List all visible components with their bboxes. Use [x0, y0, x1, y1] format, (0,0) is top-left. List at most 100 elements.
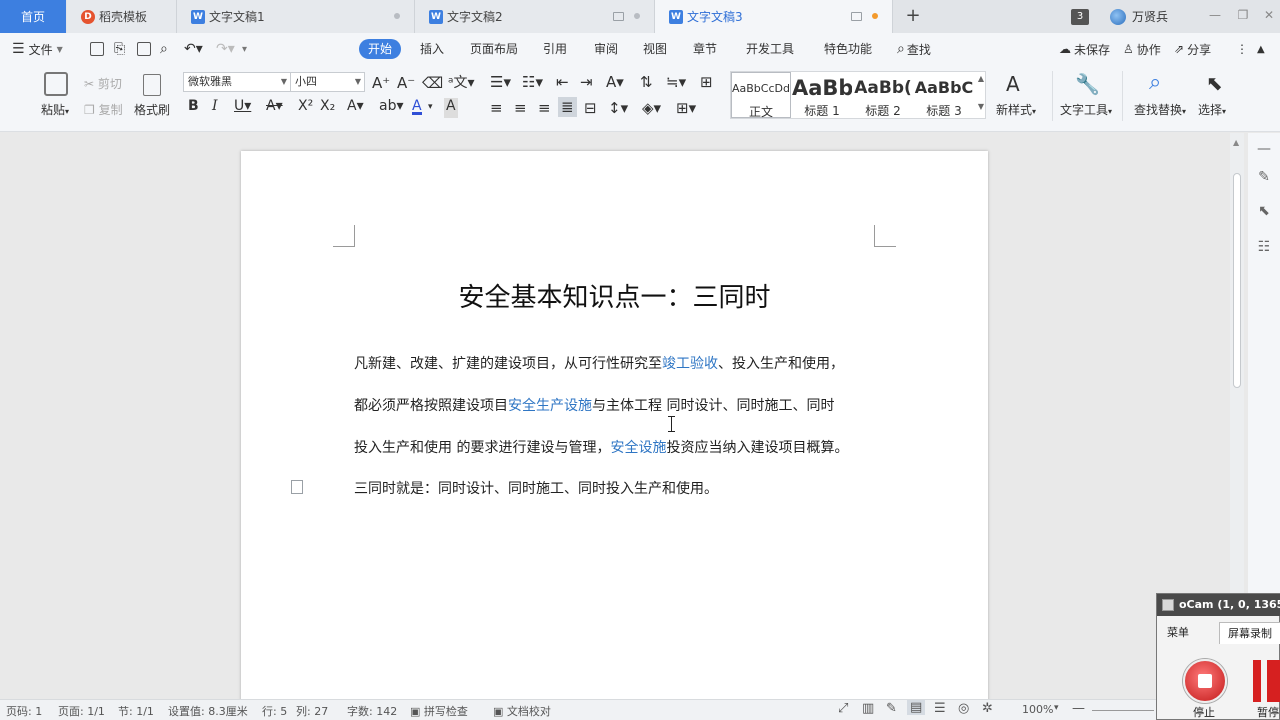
align-right-icon[interactable]: ≡: [538, 99, 551, 117]
style-heading-3[interactable]: AaBbC 标题 3: [914, 72, 974, 118]
spell-check-button[interactable]: ▣ 拼写检查: [410, 703, 468, 719]
scroll-up-icon[interactable]: ▲: [1233, 138, 1239, 147]
hyperlink-safety-facilities[interactable]: 安全设施: [610, 440, 666, 456]
select-pointer-icon[interactable]: ⬉: [1256, 203, 1272, 219]
search-button[interactable]: ⌕ 查找: [897, 33, 931, 65]
chevron-down-icon[interactable]: ▾: [1054, 703, 1059, 713]
tab-home[interactable]: 首页: [0, 0, 66, 33]
new-style-icon[interactable]: A: [1006, 72, 1020, 96]
format-painter-icon[interactable]: [143, 74, 161, 96]
font-name-select[interactable]: 微软雅黑 ▼: [183, 72, 291, 92]
style-normal[interactable]: AaBbCcDd 正文: [731, 72, 791, 119]
fullscreen-icon[interactable]: ⤢: [838, 701, 848, 716]
hyperlink-completion-acceptance[interactable]: 竣工验收: [662, 356, 718, 372]
undo-icon[interactable]: ↶▾: [184, 33, 203, 65]
clear-format-icon[interactable]: ⌫: [422, 74, 443, 92]
paste-icon[interactable]: [44, 72, 68, 96]
tab-doc1[interactable]: W 文字文稿1: [177, 0, 415, 33]
tab-doc1-dot-icon[interactable]: [394, 13, 400, 19]
tab-view[interactable]: 视图: [643, 39, 667, 59]
copy-button[interactable]: ❐ 复制: [84, 101, 123, 118]
tab-doc2-dot-icon[interactable]: [634, 13, 640, 19]
table-border-icon[interactable]: ⊞: [700, 73, 713, 91]
styles-scroll-up-icon[interactable]: ▲: [978, 74, 984, 83]
pause-button[interactable]: 暂停: [1257, 704, 1279, 720]
chevron-down-icon[interactable]: ▾: [428, 102, 433, 122]
style-heading-1[interactable]: AaBb 标题 1: [792, 72, 852, 118]
collapse-icon[interactable]: —: [1256, 141, 1272, 157]
justify-icon[interactable]: ≣: [558, 97, 577, 117]
settings-sliders-icon[interactable]: ☷: [1256, 239, 1272, 255]
eye-care-icon[interactable]: ✲: [982, 701, 993, 716]
status-setting[interactable]: 设置值: 8.3厘米: [168, 703, 248, 719]
tab-doc3-unsaved-dot-icon[interactable]: [872, 13, 878, 19]
unsaved-button[interactable]: ☁ 未保存: [1059, 33, 1110, 65]
print-preview-icon[interactable]: ⌕: [160, 33, 168, 65]
format-painter-button[interactable]: 格式刷: [134, 101, 170, 118]
tab-page-layout[interactable]: 页面布局: [470, 39, 518, 59]
distribute-icon[interactable]: ⊟: [584, 99, 597, 117]
wrench-icon[interactable]: 🔧: [1075, 72, 1100, 96]
outline-view-icon[interactable]: ☰: [934, 701, 946, 716]
line-break-icon[interactable]: ≒▾: [666, 73, 686, 91]
find-replace-button[interactable]: 查找替换▾: [1134, 101, 1186, 118]
collapse-ribbon-icon[interactable]: ▲: [1257, 33, 1265, 65]
stop-record-icon[interactable]: [1183, 659, 1227, 703]
ocam-window[interactable]: oCam (1, 0, 1365, 7 菜单 屏幕录制 停止 暂停: [1156, 593, 1280, 720]
tab-chapter[interactable]: 章节: [693, 39, 717, 59]
shading-icon[interactable]: ◈▾: [642, 99, 661, 117]
print-icon[interactable]: [137, 42, 151, 56]
find-icon[interactable]: ⌕: [1149, 70, 1161, 95]
file-menu[interactable]: ☰ 文件 ▼: [12, 33, 63, 65]
text-tools-button[interactable]: 文字工具▾: [1060, 101, 1112, 118]
grow-font-icon[interactable]: A⁺: [372, 74, 390, 92]
document-page[interactable]: 安全基本知识点一：三同时 凡新建、改建、扩建的建设项目，从可行性研究至竣工验收、…: [241, 151, 988, 699]
zoom-level[interactable]: 100%: [1022, 703, 1053, 716]
new-tab-button[interactable]: +: [903, 5, 923, 27]
tab-insert[interactable]: 插入: [420, 39, 444, 59]
status-row[interactable]: 行: 5: [262, 703, 287, 719]
char-shading-icon[interactable]: A: [444, 98, 458, 118]
tab-reference[interactable]: 引用: [543, 39, 567, 59]
minimize-icon[interactable]: —: [1208, 8, 1222, 22]
paragraph-handle-icon[interactable]: [291, 480, 303, 494]
edit-icon[interactable]: ✎: [1256, 169, 1272, 185]
align-left-icon[interactable]: ≡: [490, 99, 503, 117]
strikethrough-icon[interactable]: A▾: [266, 98, 283, 118]
paragraph-line-2[interactable]: 都必须严格按照建设项目安全生产设施与主体工程 同时设计、同时施工、同时: [354, 395, 894, 415]
document-title[interactable]: 安全基本知识点一：三同时: [241, 277, 988, 314]
web-view-icon[interactable]: ◎: [958, 701, 969, 716]
style-heading-2[interactable]: AaBb( 标题 2: [853, 72, 913, 118]
bullet-list-icon[interactable]: ☰▾: [490, 73, 511, 91]
tab-start[interactable]: 开始: [359, 39, 402, 59]
status-page[interactable]: 页面: 1/1: [58, 703, 105, 719]
zoom-out-icon[interactable]: —: [1072, 701, 1085, 716]
align-center-icon[interactable]: ≡: [514, 99, 527, 117]
window-count-badge[interactable]: 3: [1071, 0, 1091, 33]
text-direction-icon[interactable]: A▾: [606, 73, 624, 91]
italic-icon[interactable]: I: [212, 98, 218, 118]
restore-icon[interactable]: ❐: [1236, 8, 1250, 22]
pen-icon[interactable]: ✎: [886, 701, 897, 716]
increase-indent-icon[interactable]: ⇥: [580, 73, 593, 91]
user-account[interactable]: 万贤兵: [1110, 0, 1168, 33]
styles-more-icon[interactable]: ▼: [978, 102, 984, 111]
underline-icon[interactable]: U▾: [234, 98, 251, 118]
proofread-button[interactable]: ▣ 文档校对: [493, 703, 551, 719]
share-button[interactable]: ⇗ 分享: [1174, 33, 1211, 65]
zoom-slider[interactable]: [1092, 710, 1154, 711]
new-style-button[interactable]: 新样式▾: [996, 101, 1036, 118]
decrease-indent-icon[interactable]: ⇤: [556, 73, 569, 91]
text-effect-icon[interactable]: A▾: [347, 98, 364, 118]
ocam-tab-menu[interactable]: 菜单: [1159, 622, 1197, 644]
quick-access-more-icon[interactable]: ▾: [242, 33, 247, 65]
pause-icon[interactable]: [1253, 660, 1280, 702]
font-size-select[interactable]: 小四 ▼: [290, 72, 365, 92]
ocam-titlebar[interactable]: oCam (1, 0, 1365, 7: [1157, 594, 1280, 616]
superscript-icon[interactable]: X²: [298, 98, 313, 118]
save-icon[interactable]: [90, 42, 104, 56]
read-mode-icon[interactable]: ▥: [862, 701, 874, 716]
line-spacing-icon[interactable]: ↕▾: [608, 99, 628, 117]
status-section[interactable]: 节: 1/1: [118, 703, 154, 719]
select-button[interactable]: 选择▾: [1198, 101, 1226, 118]
